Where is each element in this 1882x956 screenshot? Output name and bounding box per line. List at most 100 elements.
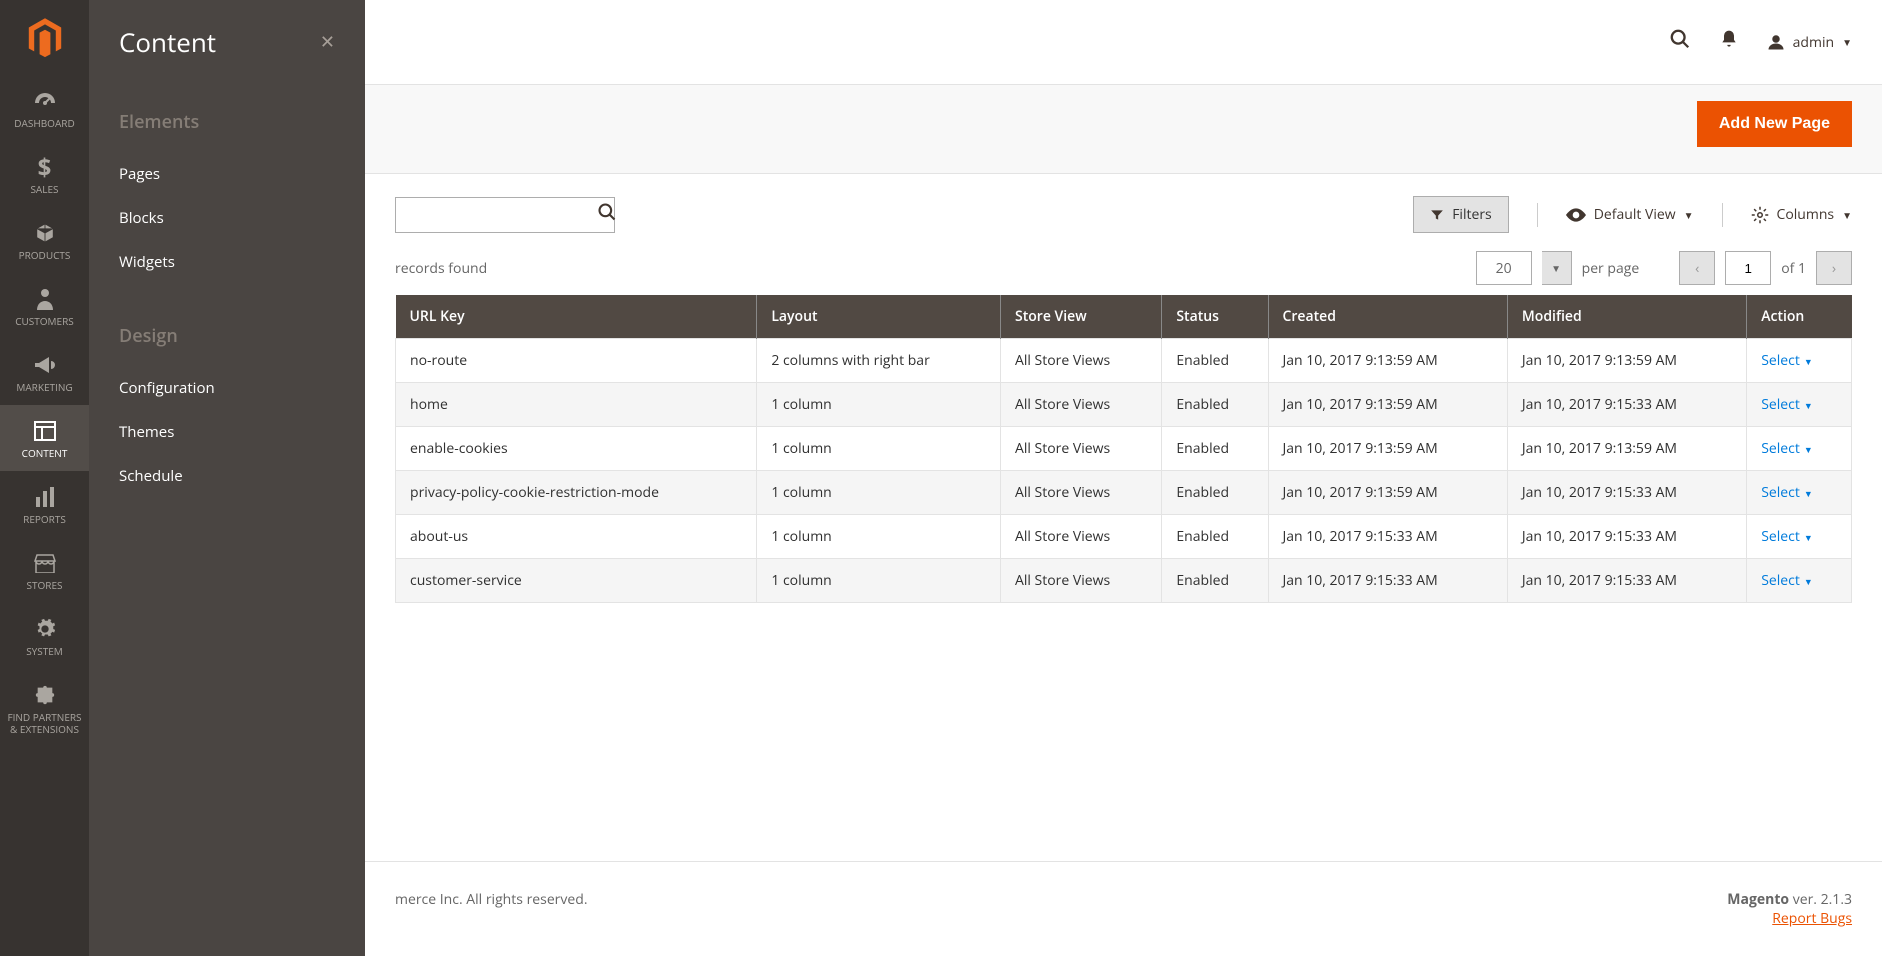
title-row: Add New Page bbox=[365, 84, 1882, 174]
nav-item-system[interactable]: SYSTEM bbox=[0, 603, 89, 669]
column-header[interactable]: Layout bbox=[757, 295, 1001, 339]
caret-down-icon: ▼ bbox=[1842, 208, 1852, 222]
funnel-icon bbox=[1430, 208, 1444, 222]
cell-modified: Jan 10, 2017 9:15:33 AM bbox=[1507, 383, 1746, 427]
cell-status: Enabled bbox=[1162, 427, 1268, 471]
select-action[interactable]: Select▼ bbox=[1761, 571, 1813, 590]
nav-item-customers[interactable]: CUSTOMERS bbox=[0, 273, 89, 339]
column-header[interactable]: Store View bbox=[1001, 295, 1162, 339]
add-new-page-button[interactable]: Add New Page bbox=[1697, 101, 1852, 147]
select-action[interactable]: Select▼ bbox=[1761, 351, 1813, 370]
column-header[interactable]: Created bbox=[1268, 295, 1507, 339]
cell-created: Jan 10, 2017 9:13:59 AM bbox=[1268, 427, 1507, 471]
cell-status: Enabled bbox=[1162, 383, 1268, 427]
page-of-label: of 1 bbox=[1781, 259, 1806, 278]
column-header[interactable]: Modified bbox=[1507, 295, 1746, 339]
flyout-link-widgets[interactable]: Widgets bbox=[119, 240, 335, 284]
cell-created: Jan 10, 2017 9:13:59 AM bbox=[1268, 471, 1507, 515]
flyout-link-configuration[interactable]: Configuration bbox=[119, 366, 335, 410]
nav-item-label: FIND PARTNERS & EXTENSIONS bbox=[4, 711, 85, 735]
caret-down-icon: ▼ bbox=[1804, 487, 1813, 500]
nav-item-stores[interactable]: STORES bbox=[0, 537, 89, 603]
cell-layout: 1 column bbox=[757, 559, 1001, 603]
keyword-search bbox=[395, 197, 615, 233]
nav-item-label: MARKETING bbox=[16, 381, 72, 393]
flyout-title: Content bbox=[119, 24, 216, 60]
main-content: admin ▼ Add New Page Filters bbox=[365, 0, 1882, 956]
select-action[interactable]: Select▼ bbox=[1761, 527, 1813, 546]
report-bugs-link[interactable]: Report Bugs bbox=[1772, 909, 1852, 928]
caret-down-icon: ▼ bbox=[1804, 575, 1813, 588]
per-page-value[interactable]: 20 bbox=[1476, 251, 1532, 285]
table-row[interactable]: home1 columnAll Store ViewsEnabledJan 10… bbox=[396, 383, 1852, 427]
cell-modified: Jan 10, 2017 9:15:33 AM bbox=[1507, 559, 1746, 603]
column-header[interactable]: Status bbox=[1162, 295, 1268, 339]
cell-store_view: All Store Views bbox=[1001, 383, 1162, 427]
next-page-button[interactable]: › bbox=[1816, 251, 1852, 285]
nav-item-content[interactable]: CONTENT bbox=[0, 405, 89, 471]
table-row[interactable]: about-us1 columnAll Store ViewsEnabledJa… bbox=[396, 515, 1852, 559]
search-icon[interactable] bbox=[1669, 27, 1691, 57]
cell-url_key: about-us bbox=[396, 515, 757, 559]
nav-item-dashboard[interactable]: DASHBOARD bbox=[0, 75, 89, 141]
flyout-link-blocks[interactable]: Blocks bbox=[119, 196, 335, 240]
cell-store_view: All Store Views bbox=[1001, 427, 1162, 471]
dollar-icon: $ bbox=[38, 153, 52, 181]
puzzle-icon bbox=[34, 681, 56, 709]
cube-icon bbox=[34, 219, 56, 247]
nav-item-products[interactable]: PRODUCTS bbox=[0, 207, 89, 273]
filters-button[interactable]: Filters bbox=[1413, 196, 1509, 233]
table-row[interactable]: customer-service1 columnAll Store ViewsE… bbox=[396, 559, 1852, 603]
bars-icon bbox=[34, 483, 56, 511]
cell-store_view: All Store Views bbox=[1001, 559, 1162, 603]
cell-created: Jan 10, 2017 9:13:59 AM bbox=[1268, 383, 1507, 427]
cell-created: Jan 10, 2017 9:15:33 AM bbox=[1268, 515, 1507, 559]
select-action[interactable]: Select▼ bbox=[1761, 395, 1813, 414]
cell-action: Select▼ bbox=[1747, 339, 1852, 383]
storefront-icon bbox=[33, 549, 57, 577]
cell-url_key: no-route bbox=[396, 339, 757, 383]
nav-item-label: STORES bbox=[27, 579, 63, 591]
default-view-dropdown[interactable]: Default View ▼ bbox=[1566, 205, 1694, 224]
nav-item-sales[interactable]: $SALES bbox=[0, 141, 89, 207]
close-icon[interactable]: ✕ bbox=[320, 30, 335, 54]
nav-item-label: SYSTEM bbox=[26, 645, 63, 657]
cell-status: Enabled bbox=[1162, 559, 1268, 603]
magento-logo[interactable] bbox=[0, 0, 89, 75]
page-input[interactable] bbox=[1725, 251, 1771, 285]
flyout-link-themes[interactable]: Themes bbox=[119, 410, 335, 454]
select-action[interactable]: Select▼ bbox=[1761, 483, 1813, 502]
admin-user-menu[interactable]: admin ▼ bbox=[1767, 33, 1852, 52]
table-row[interactable]: enable-cookies1 columnAll Store ViewsEna… bbox=[396, 427, 1852, 471]
bell-icon[interactable] bbox=[1719, 27, 1739, 57]
gauge-icon bbox=[33, 87, 57, 115]
table-row[interactable]: no-route2 columns with right barAll Stor… bbox=[396, 339, 1852, 383]
cell-created: Jan 10, 2017 9:13:59 AM bbox=[1268, 339, 1507, 383]
cell-action: Select▼ bbox=[1747, 383, 1852, 427]
caret-down-icon: ▼ bbox=[1842, 35, 1852, 49]
cell-action: Select▼ bbox=[1747, 471, 1852, 515]
column-header[interactable]: Action bbox=[1747, 295, 1852, 339]
prev-page-button[interactable]: ‹ bbox=[1679, 251, 1715, 285]
cell-status: Enabled bbox=[1162, 339, 1268, 383]
flyout-link-pages[interactable]: Pages bbox=[119, 152, 335, 196]
nav-item-label: REPORTS bbox=[23, 513, 66, 525]
search-submit-icon[interactable] bbox=[597, 201, 617, 228]
cell-status: Enabled bbox=[1162, 471, 1268, 515]
table-row[interactable]: privacy-policy-cookie-restriction-mode1 … bbox=[396, 471, 1852, 515]
nav-item-reports[interactable]: REPORTS bbox=[0, 471, 89, 537]
select-action[interactable]: Select▼ bbox=[1761, 439, 1813, 458]
per-page-dropdown[interactable]: ▼ bbox=[1542, 251, 1572, 285]
caret-down-icon: ▼ bbox=[1804, 355, 1813, 368]
nav-item-label: PRODUCTS bbox=[19, 249, 71, 261]
nav-item-find-partners-extensions[interactable]: FIND PARTNERS & EXTENSIONS bbox=[0, 669, 89, 747]
columns-dropdown[interactable]: Columns ▼ bbox=[1751, 205, 1853, 224]
nav-item-marketing[interactable]: MARKETING bbox=[0, 339, 89, 405]
content-flyout: Content ✕ ElementsPagesBlocksWidgetsDesi… bbox=[89, 0, 365, 956]
column-header[interactable]: URL Key bbox=[396, 295, 757, 339]
cell-url_key: customer-service bbox=[396, 559, 757, 603]
flyout-link-schedule[interactable]: Schedule bbox=[119, 454, 335, 498]
caret-down-icon: ▼ bbox=[1684, 208, 1694, 222]
cell-modified: Jan 10, 2017 9:15:33 AM bbox=[1507, 471, 1746, 515]
search-input[interactable] bbox=[396, 207, 597, 223]
